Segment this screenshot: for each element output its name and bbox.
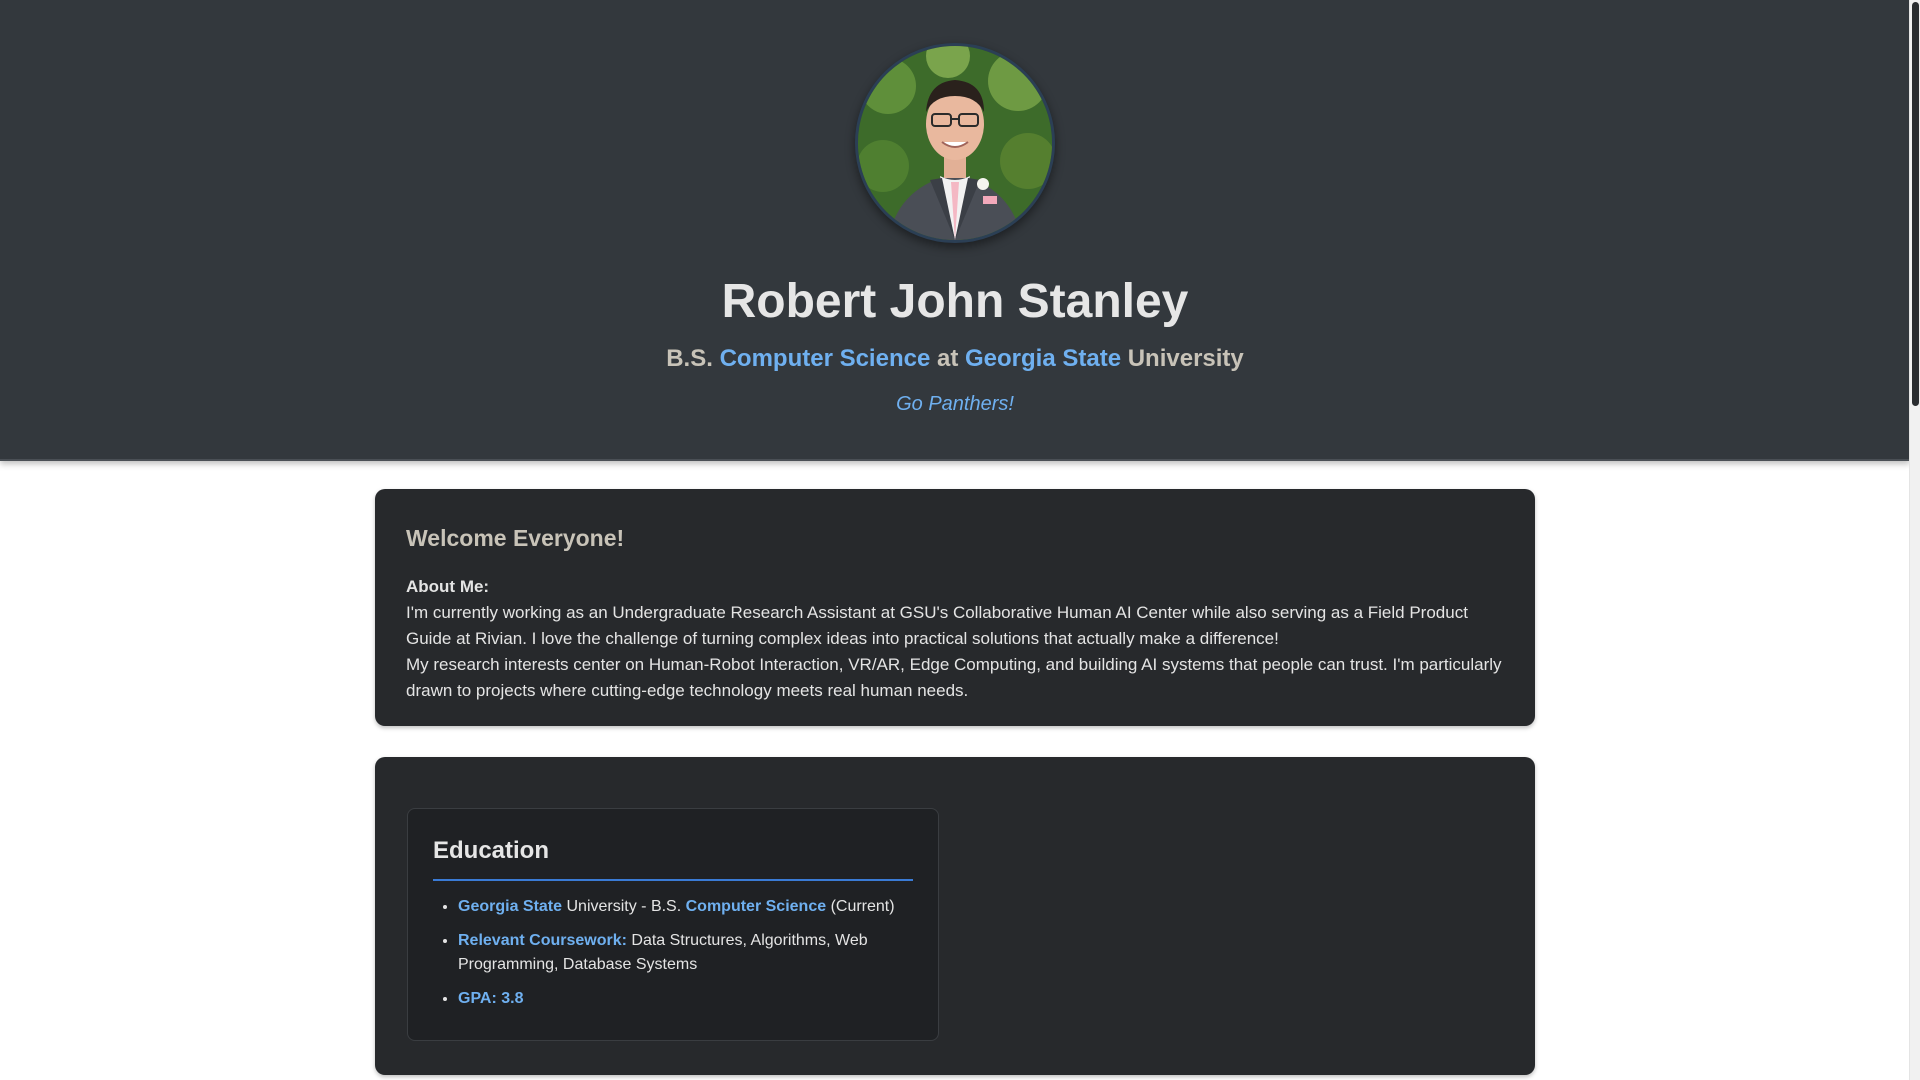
scrollbar-thumb[interactable]	[1912, 2, 1919, 406]
major-highlight: Computer Science	[719, 345, 931, 372]
about-paragraph-2: My research interests center on Human-Ro…	[406, 655, 1502, 700]
list-item: GPA: 3.8	[458, 987, 913, 1011]
coursework-label: Relevant Coursework:	[458, 932, 627, 949]
welcome-card: Welcome Everyone! About Me: I'm currentl…	[375, 489, 1535, 726]
edu-major: Computer Science	[685, 898, 827, 915]
education-list: Georgia State University - B.S. Computer…	[433, 895, 913, 1011]
gpa-label: GPA: 3.8	[458, 990, 524, 1007]
degree-at: at	[936, 345, 959, 372]
degree-suffix: University	[1127, 345, 1244, 372]
profile-header: Robert John Stanley B.S. Computer Scienc…	[0, 0, 1910, 461]
about-me-label: About Me:	[406, 577, 490, 596]
school-highlight: Georgia State	[965, 345, 1122, 372]
degree-subtitle: B.S. Computer Science at Georgia State U…	[0, 345, 1910, 373]
education-card: Education Georgia State University - B.S…	[407, 808, 939, 1041]
profile-photo	[855, 43, 1055, 243]
list-item: Relevant Coursework: Data Structures, Al…	[458, 929, 913, 977]
about-paragraph-1: I'm currently working as an Undergraduat…	[406, 603, 1468, 648]
vertical-scrollbar[interactable]	[1909, 0, 1920, 1080]
list-item: Georgia State University - B.S. Computer…	[458, 895, 913, 919]
page: Robert John Stanley B.S. Computer Scienc…	[0, 0, 1910, 1080]
education-heading: Education	[433, 837, 913, 881]
profile-name: Robert John Stanley	[721, 275, 1189, 328]
edu-degree: University - B.S.	[566, 898, 682, 915]
edu-school: Georgia State	[458, 898, 563, 915]
education-section: Education Georgia State University - B.S…	[375, 757, 1535, 1075]
edu-status: (Current)	[830, 898, 895, 915]
degree-prefix: B.S.	[666, 345, 713, 372]
tagline: Go Panthers!	[896, 393, 1014, 415]
welcome-heading: Welcome Everyone!	[406, 525, 625, 551]
